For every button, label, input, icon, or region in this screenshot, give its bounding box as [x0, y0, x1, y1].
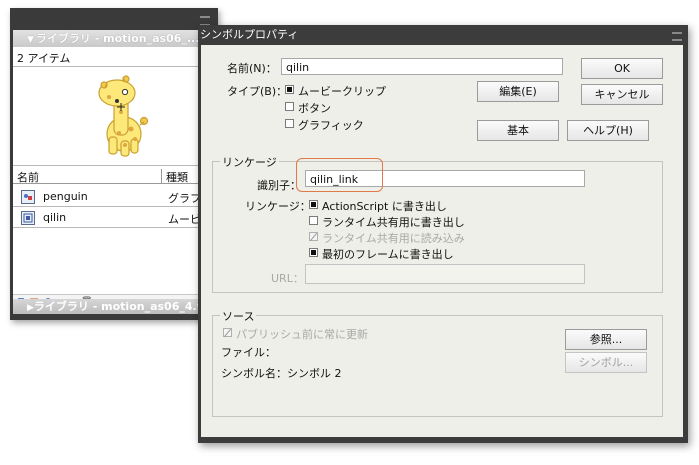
library-title-bar[interactable]: ▼ ライブラリ - motion_as06_... [13, 30, 215, 47]
import-runtime-sharing-label: ランタイム共有用に読み込み [322, 232, 465, 245]
browse-button[interactable]: 参照... [565, 329, 647, 350]
library-title-bar-2[interactable]: ▶ライブラリ - motion_as06_4.fl... [13, 299, 215, 314]
source-group-title: ソース [220, 308, 257, 324]
linkage-group-title: リンケージ [220, 154, 279, 170]
item-kind: グラフ [168, 192, 201, 205]
name-input[interactable]: qilin [281, 58, 563, 75]
url-label: URL： [271, 272, 304, 285]
identifier-highlight [296, 158, 383, 192]
symbol-preview [13, 66, 215, 166]
dialog-title-bar[interactable]: シンボルプロパティ [198, 25, 688, 45]
linkage-label: リンケージ： [245, 200, 311, 213]
library-body: 2 アイテム 名前 種類 penguin グラフ qilin ムービ [13, 47, 215, 311]
edit-button[interactable]: 編集(E) [477, 81, 559, 102]
symbol-name-label: シンボル名：シンボル 2 [221, 367, 342, 380]
library-panel: ▼ ライブラリ - motion_as06_... 2 アイテム 名前 種類 p… [10, 8, 218, 320]
export-actionscript-checkbox[interactable] [309, 200, 318, 209]
help-button[interactable]: ヘルプ(H) [567, 120, 649, 141]
library-title: ライブラリ - motion_as06_... [35, 32, 200, 45]
export-actionscript-label: ActionScript に書き出し [322, 200, 447, 213]
always-update-checkbox [223, 328, 232, 337]
url-input [305, 264, 585, 284]
type-label: タイプ(B)： [227, 85, 288, 98]
movieclip-symbol-icon [21, 211, 35, 225]
column-kind-header[interactable]: 種類 [161, 169, 188, 184]
library-column-headers: 名前 種類 [13, 168, 215, 184]
type-graphic-label: グラフィック [298, 119, 364, 132]
export-first-frame-checkbox[interactable] [309, 248, 318, 257]
dialog-title: シンボルプロパティ [200, 28, 299, 41]
type-movieclip-radio[interactable] [285, 85, 294, 94]
item-count: 2 アイテム [17, 52, 71, 65]
collapse-triangle-icon[interactable]: ▼ [27, 35, 34, 45]
dialog-menu-icon[interactable] [672, 32, 682, 41]
ok-button[interactable]: OK [581, 58, 663, 79]
item-name: qilin [43, 211, 67, 224]
library-item-penguin[interactable]: penguin グラフ [13, 186, 215, 207]
import-runtime-sharing-checkbox [309, 232, 318, 241]
export-runtime-sharing-checkbox[interactable] [309, 216, 318, 225]
file-label: ファイル： [221, 346, 276, 359]
graphic-symbol-icon [21, 190, 35, 204]
cancel-button[interactable]: キャンセル [581, 84, 663, 105]
item-name: penguin [43, 190, 88, 203]
export-first-frame-label: 最初のフレームに書き出し [322, 248, 454, 261]
item-kind: ムービ [168, 213, 201, 226]
symbol-properties-dialog: シンボルプロパティ 名前(N)： qilin タイプ(B)： ムービークリップ … [198, 25, 688, 443]
library-title-2: ライブラリ - motion_as06_4.fl... [33, 300, 215, 313]
type-graphic-radio[interactable] [285, 119, 294, 128]
column-name-header[interactable]: 名前 [17, 169, 39, 185]
type-button-label: ボタン [298, 102, 331, 115]
expand-triangle-icon[interactable]: ▶ [27, 303, 34, 313]
symbol-button: シンボル... [565, 352, 647, 373]
export-runtime-sharing-label: ランタイム共有用に書き出し [322, 216, 465, 229]
type-movieclip-label: ムービークリップ [298, 85, 386, 98]
identifier-label: 識別子： [257, 179, 301, 192]
giraffe-preview-image [98, 75, 149, 157]
dialog-body: 名前(N)： qilin タイプ(B)： ムービークリップ ボタン グラフィック… [201, 45, 683, 437]
name-label: 名前(N)： [227, 62, 277, 75]
library-item-qilin[interactable]: qilin ムービ [13, 207, 215, 228]
basic-button[interactable]: 基本 [477, 120, 559, 141]
always-update-label: パブリッシュ前に常に更新 [236, 328, 368, 341]
panel-grip[interactable] [10, 8, 218, 30]
type-button-radio[interactable] [285, 102, 294, 111]
